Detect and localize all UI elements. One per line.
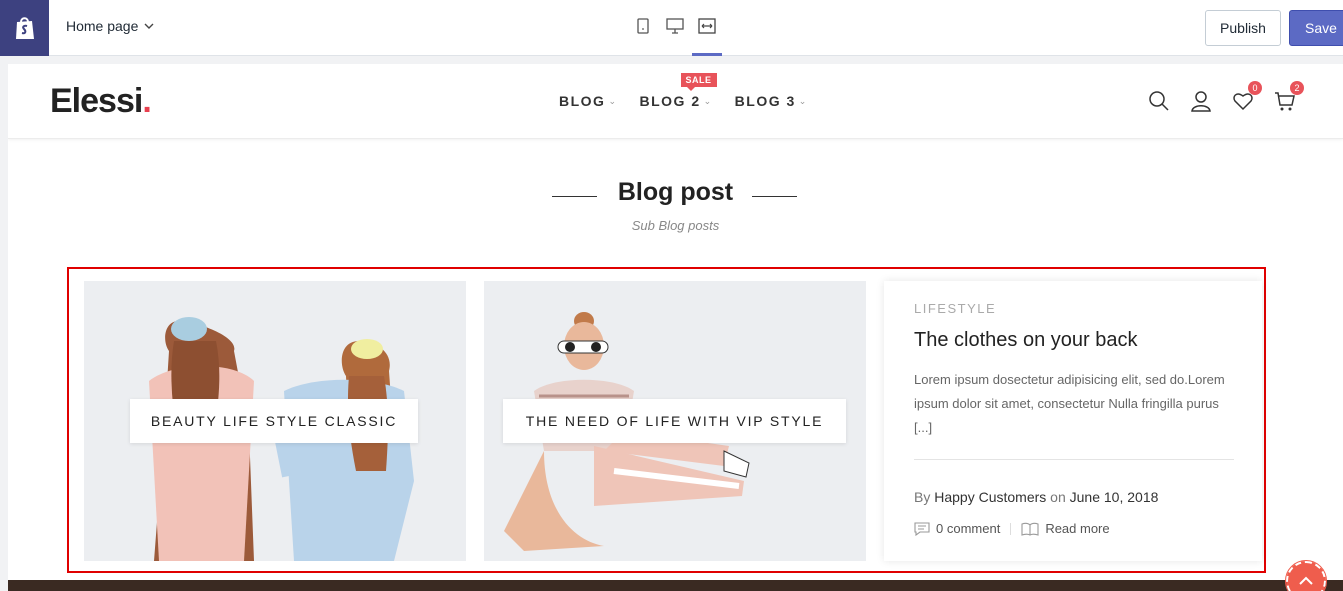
section-subtitle: Sub Blog posts bbox=[631, 218, 720, 233]
post-meta: 0 comment Read more bbox=[914, 521, 1110, 536]
site-header: Elessi. BLOG⌄ SALE BLOG 2⌄ BLOG 3⌄ 0 bbox=[8, 64, 1343, 139]
read-more-link[interactable]: Read more bbox=[1045, 521, 1109, 536]
next-section-preview bbox=[8, 580, 1343, 591]
by-label: By bbox=[914, 489, 931, 505]
post-byline: By Happy Customers on June 10, 2018 bbox=[914, 489, 1158, 505]
blog-post-card: LIFESTYLE The clothes on your back Lorem… bbox=[884, 281, 1262, 561]
wishlist-icon[interactable]: 0 bbox=[1232, 81, 1262, 112]
nav-item-blog-3[interactable]: BLOG 3 ⌄ bbox=[735, 93, 808, 109]
chevron-down-icon: ⌄ bbox=[798, 95, 808, 106]
post-divider bbox=[914, 459, 1234, 460]
shopify-logo-icon[interactable] bbox=[0, 0, 49, 56]
header-actions: 0 2 bbox=[1148, 81, 1304, 112]
cart-icon[interactable]: 2 bbox=[1274, 81, 1304, 112]
post-category[interactable]: LIFESTYLE bbox=[914, 301, 996, 316]
sale-badge: SALE bbox=[680, 73, 717, 91]
nav-item-blog[interactable]: BLOG ⌄ bbox=[559, 93, 618, 109]
brand-logo[interactable]: Elessi. bbox=[50, 82, 152, 121]
page-select-label: Home page bbox=[66, 18, 139, 34]
meta-separator bbox=[1010, 522, 1012, 535]
section-title: Blog post bbox=[617, 178, 734, 206]
page-selector[interactable]: Home page bbox=[66, 18, 154, 34]
blog-card-image-1[interactable]: BEAUTY LIFE STYLE CLASSIC bbox=[84, 281, 466, 561]
brand-dot: . bbox=[142, 82, 152, 120]
account-icon[interactable] bbox=[1190, 90, 1212, 112]
comment-icon bbox=[914, 521, 930, 536]
chevron-down-icon: ⌄ bbox=[703, 95, 713, 106]
save-button[interactable]: Save bbox=[1289, 10, 1343, 46]
storefront-preview: Elessi. BLOG⌄ SALE BLOG 2⌄ BLOG 3⌄ 0 bbox=[8, 64, 1343, 591]
publish-button[interactable]: Publish bbox=[1205, 10, 1281, 46]
chevron-up-icon bbox=[1299, 576, 1313, 585]
scroll-to-top-button[interactable] bbox=[1285, 560, 1327, 591]
search-icon[interactable] bbox=[1148, 90, 1170, 112]
blog-card-label-1[interactable]: BEAUTY LIFE STYLE CLASSIC bbox=[130, 399, 418, 443]
post-excerpt: Lorem ipsum dosectetur adipisicing elit,… bbox=[914, 372, 1225, 435]
editor-toolbar: Home page Publish Save bbox=[0, 0, 1343, 56]
chevron-down-icon: ⌄ bbox=[608, 95, 618, 106]
on-label: on bbox=[1050, 489, 1066, 505]
blog-card-label-2[interactable]: THE NEED OF LIFE WITH VIP STYLE bbox=[503, 399, 846, 443]
nav-label: BLOG 3 bbox=[734, 93, 796, 109]
main-nav: BLOG ⌄ SALE BLOG 2 ⌄ BLOG 3 ⌄ bbox=[559, 73, 808, 109]
nav-label: BLOG 2 bbox=[639, 93, 701, 109]
mobile-view-icon[interactable] bbox=[632, 14, 654, 44]
device-toggle-group bbox=[632, 14, 722, 56]
fullwidth-view-icon[interactable] bbox=[692, 14, 722, 56]
post-date: June 10, 2018 bbox=[1069, 489, 1159, 505]
blog-card-image-2[interactable]: THE NEED OF LIFE WITH VIP STYLE bbox=[484, 281, 866, 561]
brand-name: Elessi bbox=[50, 82, 143, 120]
comment-count[interactable]: 0 comment bbox=[936, 521, 1000, 536]
chevron-down-icon bbox=[144, 23, 154, 29]
desktop-view-icon[interactable] bbox=[664, 14, 686, 44]
post-title[interactable]: The clothes on your back bbox=[914, 329, 1137, 352]
cart-count-badge: 2 bbox=[1290, 81, 1304, 95]
book-icon bbox=[1021, 522, 1039, 536]
post-author[interactable]: Happy Customers bbox=[934, 489, 1046, 505]
wishlist-count-badge: 0 bbox=[1248, 81, 1262, 95]
title-divider-right bbox=[752, 196, 797, 197]
nav-label: BLOG bbox=[559, 93, 606, 109]
nav-item-blog-2[interactable]: SALE BLOG 2 ⌄ bbox=[639, 73, 717, 109]
